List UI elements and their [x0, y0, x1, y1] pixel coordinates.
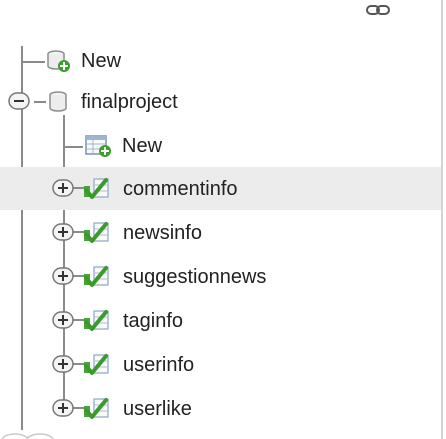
tree-row-table[interactable]: commentinfo	[0, 167, 441, 210]
table-icon	[84, 354, 109, 375]
expand-icon[interactable]	[52, 267, 74, 285]
tree-row-table[interactable]: userinfo	[0, 343, 441, 386]
tree-row-table[interactable]: taginfo	[0, 299, 441, 342]
database-add-icon	[47, 50, 70, 72]
expand-icon[interactable]	[52, 355, 74, 373]
table-add-icon	[85, 135, 111, 157]
tree-row-label[interactable]: userlike	[123, 397, 192, 421]
tree-row-table[interactable]: suggestionnews	[0, 255, 441, 298]
tree-row-label[interactable]: userinfo	[123, 353, 194, 377]
navigation-tree-panel: New finalproject New commentinfo newsinfo…	[0, 0, 446, 439]
tree-row-database-finalproject[interactable]: finalproject	[0, 80, 441, 123]
tree-row-label[interactable]: taginfo	[123, 309, 183, 333]
collapse-icon	[1, 433, 54, 439]
tree-row-label[interactable]: New	[81, 49, 121, 73]
table-icon	[84, 266, 109, 287]
tree-row-label[interactable]: finalproject	[81, 90, 178, 114]
tree-row-table[interactable]: newsinfo	[0, 211, 441, 254]
tree-row-new-table[interactable]: New	[0, 124, 441, 167]
table-icon	[84, 310, 109, 331]
table-icon	[84, 398, 109, 419]
table-icon	[84, 178, 109, 199]
expand-icon[interactable]	[52, 223, 74, 241]
table-icon	[84, 222, 109, 243]
database-icon	[49, 91, 67, 112]
chain-link-icon[interactable]	[366, 4, 390, 16]
tree-row-label[interactable]: newsinfo	[123, 221, 202, 245]
tree-row-table[interactable]: userlike	[0, 387, 441, 430]
tree-row-label[interactable]: commentinfo	[123, 177, 238, 201]
expand-icon[interactable]	[52, 311, 74, 329]
expand-icon[interactable]	[52, 399, 74, 417]
tree-row-label[interactable]: New	[122, 134, 162, 158]
expand-icon[interactable]	[52, 179, 74, 197]
panel-divider	[441, 0, 443, 439]
tree-row-label[interactable]: suggestionnews	[123, 265, 266, 289]
collapse-icon[interactable]	[8, 92, 30, 110]
tree-row-new-database[interactable]: New	[0, 39, 441, 82]
